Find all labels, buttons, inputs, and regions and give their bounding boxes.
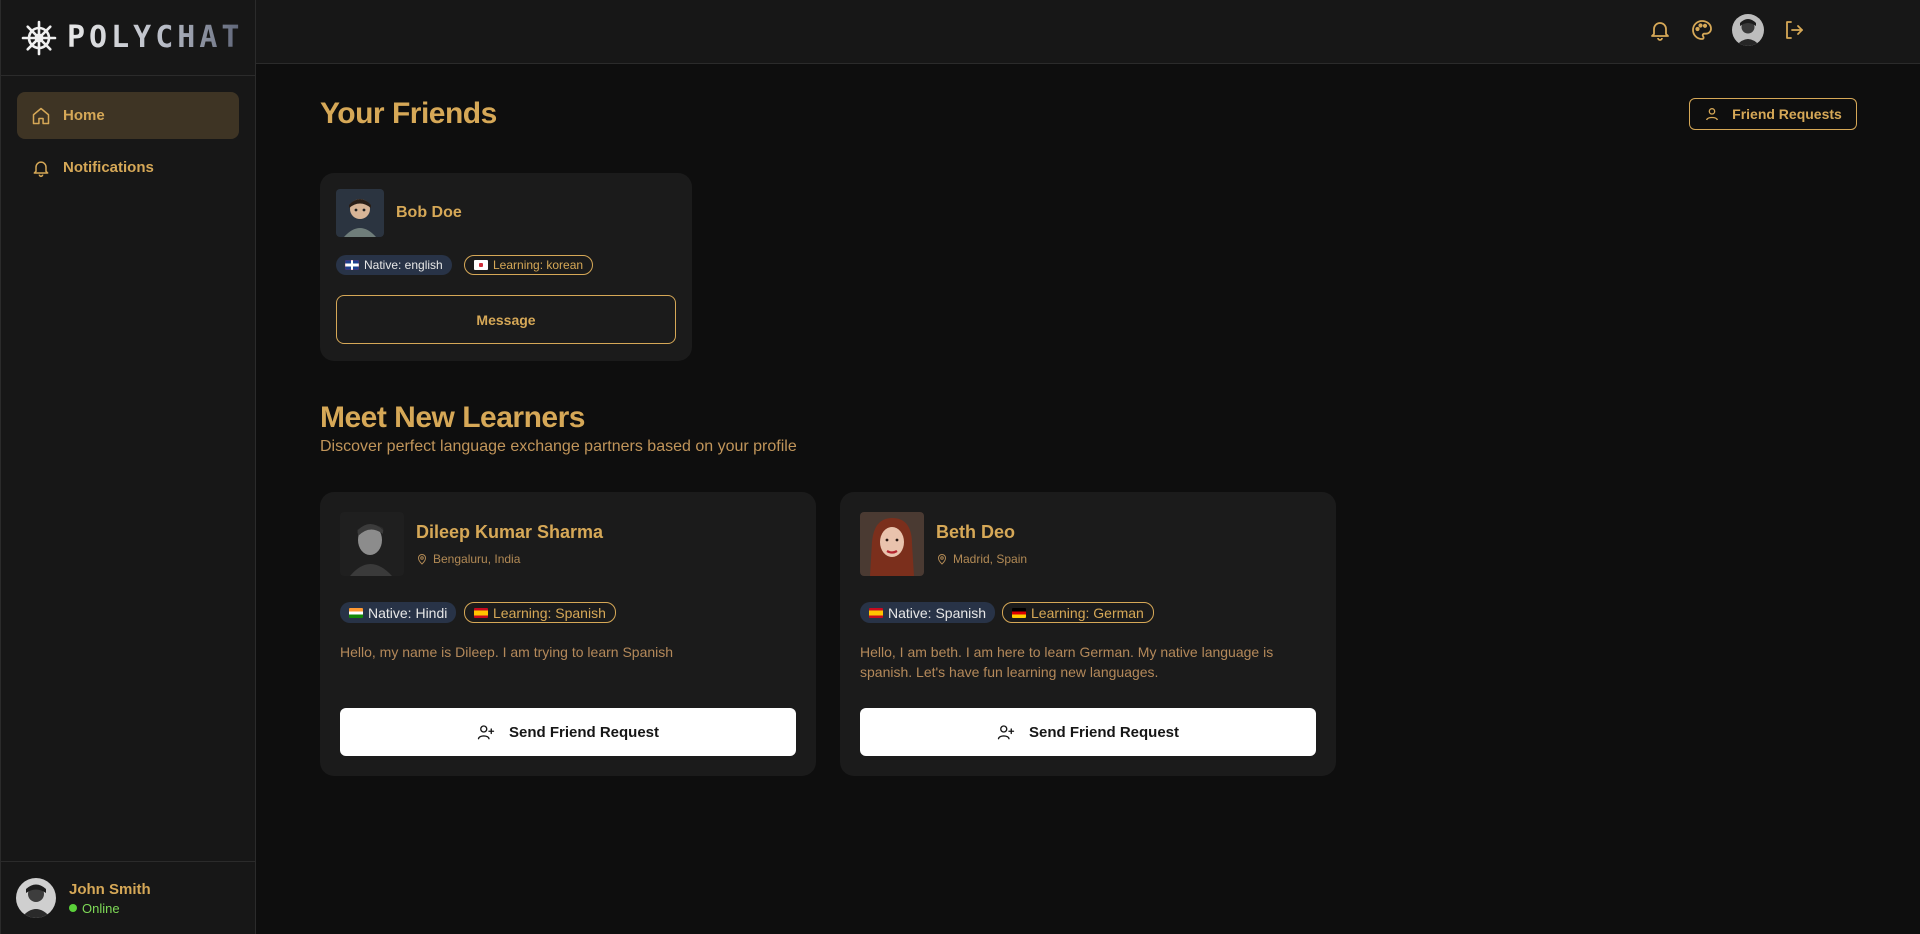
learner-location-label: Bengaluru, India: [433, 552, 521, 566]
uk-flag-icon: [345, 260, 359, 270]
native-language-badge: Native: english: [336, 255, 452, 275]
topbar-actions: [1648, 14, 1806, 46]
sidebar-item-home[interactable]: Home: [17, 92, 239, 139]
friend-requests-button[interactable]: Friend Requests: [1689, 98, 1857, 130]
user-status: Online: [69, 901, 151, 916]
user-status-label: Online: [82, 900, 120, 916]
brand-name: POLYCHAT: [67, 20, 244, 55]
spain-flag-icon: [474, 607, 488, 618]
avatar: [860, 512, 924, 576]
learning-language-label: Learning: German: [1031, 604, 1144, 621]
sidebar: POLYCHAT Home Notifications John Smith O…: [0, 0, 256, 934]
india-flag-icon: [349, 607, 363, 618]
map-pin-icon: [937, 554, 947, 565]
learner-card: Beth Deo Madrid, Spain Native: Spanish L…: [840, 492, 1336, 776]
learning-language-label: Learning: Spanish: [493, 604, 606, 621]
native-language-label: Native: english: [364, 258, 443, 272]
friend-card: Bob Doe Native: english Learning: korean…: [320, 173, 692, 361]
avatar[interactable]: [1732, 14, 1764, 46]
home-icon: [32, 107, 50, 124]
send-friend-request-label: Send Friend Request: [1028, 723, 1180, 741]
learner-location-label: Madrid, Spain: [953, 552, 1028, 566]
learning-language-badge: Learning: German: [1002, 602, 1154, 623]
germany-flag-icon: [1012, 607, 1026, 618]
bell-icon: [33, 160, 49, 177]
logout-icon[interactable]: [1782, 18, 1806, 42]
online-dot-icon: [69, 904, 77, 912]
learner-location: Bengaluru, India: [416, 552, 520, 566]
palette-icon[interactable]: [1690, 18, 1714, 42]
user-plus-icon: [997, 725, 1015, 740]
learners-subtitle: Discover perfect language exchange partn…: [320, 438, 797, 455]
learners-title: Meet New Learners: [320, 401, 585, 434]
app-root: POLYCHAT Home Notifications John Smith O…: [0, 0, 1920, 934]
bell-icon[interactable]: [1648, 18, 1672, 42]
friends-title: Your Friends: [320, 97, 497, 130]
native-language-badge: Native: Spanish: [860, 602, 996, 623]
friend-name: Bob Doe: [396, 204, 462, 221]
current-user[interactable]: John Smith Online: [1, 861, 256, 934]
sidebar-item-label: Notifications: [63, 159, 154, 176]
sidebar-nav: Home Notifications: [1, 76, 255, 212]
avatar: [340, 512, 404, 576]
learner-location: Madrid, Spain: [936, 552, 1027, 566]
ship-wheel-icon: [21, 20, 57, 55]
learning-language-badge: Learning: korean: [464, 255, 594, 275]
native-language-label: Native: Spanish: [888, 604, 987, 621]
learner-bio: Hello, I am beth. I am here to learn Ger…: [860, 644, 1274, 680]
spain-flag-icon: [869, 607, 883, 618]
avatar: [16, 878, 56, 918]
sidebar-item-notifications[interactable]: Notifications: [17, 144, 239, 191]
sidebar-item-label: Home: [63, 107, 105, 124]
user-icon: [1706, 108, 1719, 121]
send-friend-request-label: Send Friend Request: [508, 723, 660, 741]
message-button[interactable]: Message: [336, 295, 676, 344]
main-content: Your Friends Friend Requests Bob Doe Nat…: [256, 64, 1920, 934]
topbar: [256, 0, 1920, 64]
korea-flag-icon: [474, 260, 488, 270]
avatar: [336, 189, 384, 237]
learner-name: Beth Deo: [936, 522, 1016, 542]
brand-logo[interactable]: POLYCHAT: [1, 0, 255, 76]
learner-bio: Hello, my name is Dileep. I am trying to…: [340, 644, 674, 660]
learner-card: Dileep Kumar Sharma Bengaluru, India Nat…: [320, 492, 816, 776]
map-pin-icon: [417, 554, 427, 565]
native-language-badge: Native: Hindi: [340, 602, 457, 623]
native-language-label: Native: Hindi: [368, 604, 448, 621]
friend-requests-label: Friend Requests: [1732, 106, 1842, 122]
user-plus-icon: [477, 725, 495, 740]
send-friend-request-button[interactable]: Send Friend Request: [340, 708, 796, 756]
user-name: John Smith: [69, 880, 151, 898]
learning-language-label: Learning: korean: [493, 258, 584, 272]
send-friend-request-button[interactable]: Send Friend Request: [860, 708, 1316, 756]
learner-name: Dileep Kumar Sharma: [416, 522, 604, 542]
learning-language-badge: Learning: Spanish: [464, 602, 616, 623]
